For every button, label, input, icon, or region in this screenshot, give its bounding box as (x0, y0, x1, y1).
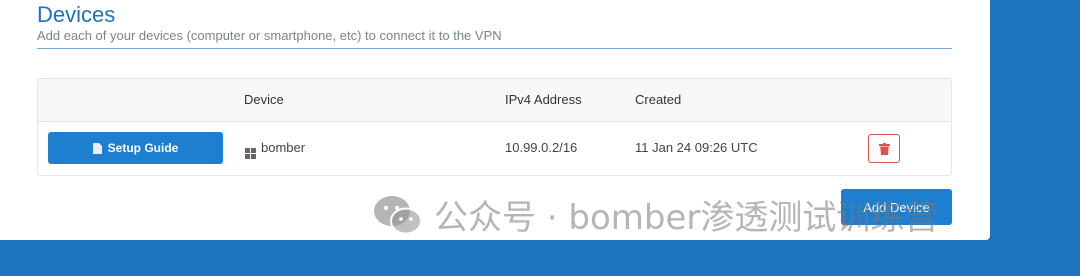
add-device-button[interactable]: Add Device (841, 189, 952, 225)
ipv4-cell: 10.99.0.2/16 (505, 140, 578, 155)
title-divider (37, 48, 952, 49)
table-header: Device IPv4 Address Created (38, 79, 951, 122)
page-subtitle: Add each of your devices (computer or sm… (37, 28, 502, 43)
device-cell: bomber (245, 140, 305, 159)
trash-icon (878, 142, 890, 155)
document-icon (92, 142, 102, 154)
page-title: Devices (37, 2, 116, 27)
column-header-device: Device (244, 92, 284, 107)
devices-table: Device IPv4 Address Created Setup Guide … (37, 78, 952, 176)
delete-device-button[interactable] (868, 134, 900, 163)
created-cell: 11 Jan 24 09:26 UTC (635, 140, 758, 155)
setup-guide-label: Setup Guide (107, 141, 179, 155)
column-header-ipv4: IPv4 Address (505, 92, 582, 107)
devices-panel: Devices Add each of your devices (comput… (0, 0, 990, 240)
device-name: bomber (261, 140, 306, 155)
setup-guide-button[interactable]: Setup Guide (48, 132, 223, 164)
windows-icon (245, 148, 256, 159)
column-header-created: Created (635, 92, 682, 107)
table-row: Setup Guide bomber 10.99.0.2/16 11 Jan 2… (38, 122, 951, 175)
